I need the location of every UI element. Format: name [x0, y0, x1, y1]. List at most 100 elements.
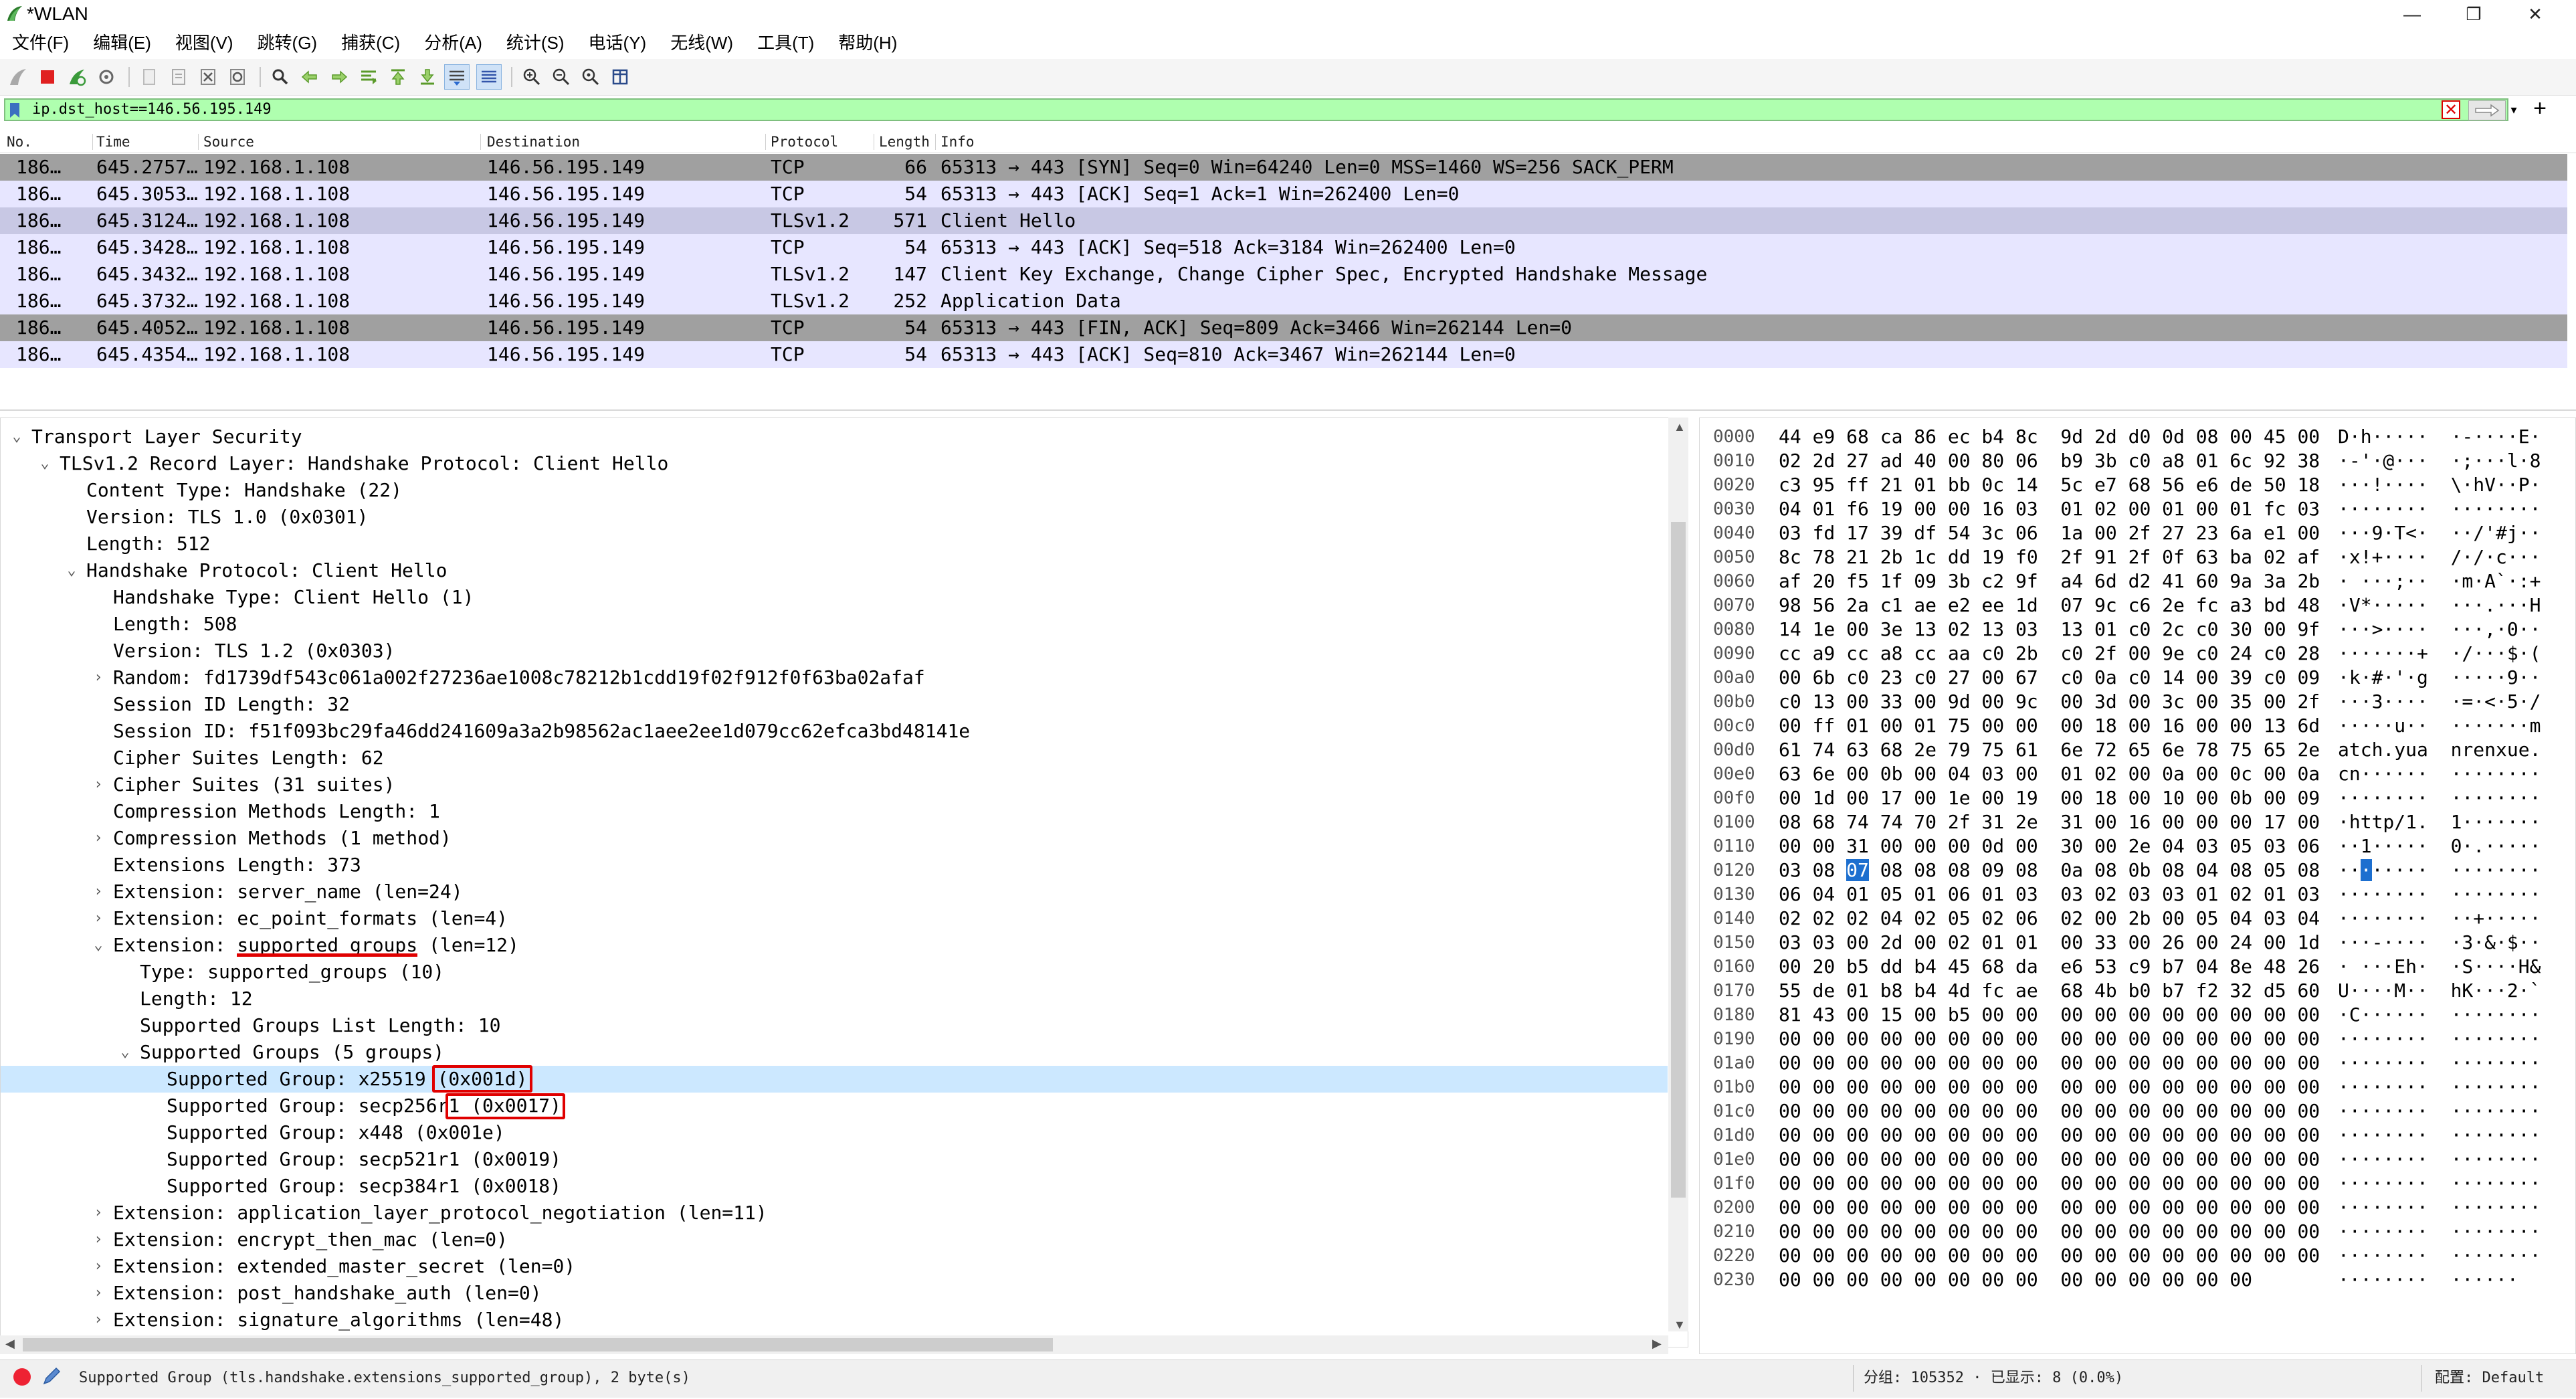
- close-button[interactable]: ✕: [2504, 0, 2566, 28]
- hex-row[interactable]: 0150 03 03 00 2d 00 02 01 01 00 33 00 26 …: [1700, 931, 2575, 955]
- hex-ascii[interactable]: ········ ······: [2338, 1268, 2518, 1292]
- hex-ascii[interactable]: ·C······ ········: [2338, 1003, 2541, 1027]
- menu-telephony[interactable]: 电话(Y): [577, 28, 659, 58]
- hex-row[interactable]: 00a0 00 6b c0 23 c0 27 00 67 c0 0a c0 14 …: [1700, 666, 2575, 690]
- hex-bytes[interactable]: 55 de 01 b8 b4 4d fc ae 68 4b b0 b7 f2 3…: [1779, 979, 2320, 1003]
- hex-bytes[interactable]: 00 ff 01 00 01 75 00 00 00 18 00 16 00 0…: [1779, 714, 2320, 738]
- scroll-up-icon[interactable]: ▲: [1674, 420, 1686, 434]
- hex-row[interactable]: 0230 00 00 00 00 00 00 00 00 00 00 00 00 …: [1700, 1268, 2575, 1292]
- hex-row[interactable]: 0140 02 02 02 04 02 05 02 06 02 00 2b 00 …: [1700, 907, 2575, 931]
- display-filter-text[interactable]: ip.dst_host==146.56.195.149: [32, 98, 272, 121]
- hex-bytes[interactable]: 00 00 00 00 00 00 00 00 00 00 00 00 00 0…: [1779, 1147, 2320, 1172]
- colorize-icon[interactable]: [476, 64, 502, 90]
- hex-bytes[interactable]: 00 00 00 00 00 00 00 00 00 00 00 00 00 0…: [1779, 1123, 2320, 1147]
- detail-tree-row[interactable]: › Extension: encrypt_then_mac (len=0): [1, 1226, 1668, 1253]
- hex-row[interactable]: 0220 00 00 00 00 00 00 00 00 00 00 00 00 …: [1700, 1244, 2575, 1268]
- hex-bytes[interactable]: 02 2d 27 ad 40 00 80 06 b9 3b c0 a8 01 6…: [1779, 449, 2320, 473]
- hex-bytes[interactable]: 00 00 00 00 00 00 00 00 00 00 00 00 00 0…: [1779, 1268, 2252, 1292]
- packet-row[interactable]: 186… 645.3732… 192.168.1.108 146.56.195.149…: [0, 288, 2567, 314]
- hex-bytes[interactable]: 02 02 02 04 02 05 02 06 02 00 2b 00 05 0…: [1779, 907, 2320, 931]
- status-profile[interactable]: 配置: Default: [2435, 1360, 2544, 1397]
- hex-bytes[interactable]: 61 74 63 68 2e 79 75 61 6e 72 65 6e 78 7…: [1779, 738, 2320, 762]
- column-no[interactable]: No.: [7, 131, 32, 153]
- capture-options-gear-icon[interactable]: [94, 64, 119, 90]
- zoom-in-icon[interactable]: [519, 64, 544, 90]
- detail-tree-row[interactable]: Supported Groups List Length: 10: [1, 1012, 1668, 1039]
- hex-ascii[interactable]: ········ ········: [2338, 882, 2541, 907]
- tree-expand-chevron-icon[interactable]: ›: [90, 771, 106, 798]
- hex-row[interactable]: 00c0 00 ff 01 00 01 75 00 00 00 18 00 16 …: [1700, 714, 2575, 738]
- hex-row[interactable]: 0180 81 43 00 15 00 b5 00 00 00 00 00 00 …: [1700, 1003, 2575, 1027]
- selected-ascii-char[interactable]: ·: [2360, 859, 2372, 881]
- filter-bookmark-icon[interactable]: [7, 102, 23, 119]
- hex-ascii[interactable]: ········ ········: [2338, 1099, 2541, 1123]
- hex-bytes[interactable]: 08 68 74 74 70 2f 31 2e 31 00 16 00 00 0…: [1779, 810, 2320, 834]
- hex-ascii[interactable]: ········ ········: [2338, 786, 2541, 810]
- column-length[interactable]: Length: [879, 131, 930, 153]
- detail-tree-row[interactable]: Supported Group: x448 (0x001e): [1, 1119, 1668, 1146]
- hex-ascii[interactable]: ········ ········: [2338, 1196, 2541, 1220]
- zoom-out-icon[interactable]: [549, 64, 574, 90]
- go-back-arrow-icon[interactable]: [297, 64, 322, 90]
- tree-collapse-chevron-icon[interactable]: ⌄: [64, 557, 80, 584]
- detail-tree-row[interactable]: Supported Group: secp256r1 (0x0017): [1, 1093, 1668, 1119]
- hex-bytes[interactable]: 06 04 01 05 01 06 01 03 03 02 03 03 01 0…: [1779, 882, 2320, 907]
- detail-tree-row[interactable]: › Extension: application_layer_protocol_n…: [1, 1200, 1668, 1226]
- hex-bytes[interactable]: 8c 78 21 2b 1c dd 19 f0 2f 91 2f 0f 63 b…: [1779, 545, 2320, 569]
- hex-ascii[interactable]: ········ ········: [2338, 1147, 2541, 1172]
- hex-ascii[interactable]: ········ ········: [2338, 1244, 2541, 1268]
- hex-bytes[interactable]: 00 00 00 00 00 00 00 00 00 00 00 00 00 0…: [1779, 1172, 2320, 1196]
- hex-row[interactable]: 01e0 00 00 00 00 00 00 00 00 00 00 00 00 …: [1700, 1147, 2575, 1172]
- reload-icon[interactable]: [225, 64, 250, 90]
- packet-row[interactable]: 186… 645.2757… 192.168.1.108 146.56.195.149…: [0, 154, 2567, 181]
- column-source[interactable]: Source: [203, 131, 254, 153]
- tree-expand-chevron-icon[interactable]: ›: [90, 1307, 106, 1333]
- detail-tree-row[interactable]: Length: 512: [1, 531, 1668, 557]
- find-packet-icon[interactable]: [268, 64, 293, 90]
- hex-ascii[interactable]: D·h····· ·-····E·: [2338, 425, 2541, 449]
- go-to-packet-icon[interactable]: [356, 64, 381, 90]
- hex-row[interactable]: 0000 44 e9 68 ca 86 ec b4 8c 9d 2d d0 0d …: [1700, 425, 2575, 449]
- detail-tree-row[interactable]: › Random: fd1739df543c061a002f27236ae1008…: [1, 664, 1668, 691]
- hex-ascii[interactable]: ········ ··+·····: [2338, 907, 2541, 931]
- detail-tree-row[interactable]: ⌄ Supported Groups (5 groups): [1, 1039, 1668, 1066]
- apply-filter-arrow-icon[interactable]: [2468, 100, 2506, 120]
- detail-tree-row[interactable]: ⌄ TLSv1.2 Record Layer: Handshake Protoco…: [1, 450, 1668, 477]
- hex-row[interactable]: 0210 00 00 00 00 00 00 00 00 00 00 00 00 …: [1700, 1220, 2575, 1244]
- autoscroll-icon[interactable]: [444, 64, 470, 90]
- detail-tree-row[interactable]: › Extension: server_name (len=24): [1, 878, 1668, 905]
- hex-ascii[interactable]: ·······+ ·/···$·(: [2338, 642, 2541, 666]
- add-filter-button[interactable]: +: [2530, 97, 2550, 120]
- hex-ascii[interactable]: ········ ········: [2338, 1172, 2541, 1196]
- hex-row[interactable]: 0020 c3 95 ff 21 01 bb 0c 14 5c e7 68 56 …: [1700, 473, 2575, 497]
- hex-bytes[interactable]: 00 00 00 00 00 00 00 00 00 00 00 00 00 0…: [1779, 1196, 2320, 1220]
- menu-edit[interactable]: 编辑(E): [81, 28, 163, 58]
- hex-ascii[interactable]: ···9·T<· ··/'#j··: [2338, 521, 2541, 545]
- hex-bytes[interactable]: 00 1d 00 17 00 1e 00 19 00 18 00 10 00 0…: [1779, 786, 2320, 810]
- hex-bytes[interactable]: 00 20 b5 dd b4 45 68 da e6 53 c9 b7 04 8…: [1779, 955, 2320, 979]
- packet-row[interactable]: 186… 645.4052… 192.168.1.108 146.56.195.149…: [0, 314, 2567, 341]
- detail-tree-row[interactable]: Length: 12: [1, 986, 1668, 1012]
- column-info[interactable]: Info: [940, 131, 975, 153]
- hex-row[interactable]: 00b0 c0 13 00 33 00 9d 00 9c 00 3d 00 3c …: [1700, 690, 2575, 714]
- packet-row[interactable]: 186… 645.3124… 192.168.1.108 146.56.195.149…: [0, 207, 2567, 234]
- menu-file[interactable]: 文件(F): [0, 28, 81, 58]
- hex-bytes[interactable]: 14 1e 00 3e 13 02 13 03 13 01 c0 2c c0 3…: [1779, 618, 2320, 642]
- detail-tree-row[interactable]: Supported Group: secp521r1 (0x0019): [1, 1146, 1668, 1173]
- detail-tree-row[interactable]: Session ID Length: 32: [1, 691, 1668, 718]
- tree-collapse-chevron-icon[interactable]: ⌄: [90, 932, 106, 959]
- hex-bytes[interactable]: 00 00 00 00 00 00 00 00 00 00 00 00 00 0…: [1779, 1051, 2320, 1075]
- hex-bytes[interactable]: af 20 f5 1f 09 3b c2 9f a4 6d d2 41 60 9…: [1779, 569, 2320, 593]
- hex-row[interactable]: 0090 cc a9 cc a8 cc aa c0 2b c0 2f 00 9e …: [1700, 642, 2575, 666]
- packet-row[interactable]: 186… 645.3428… 192.168.1.108 146.56.195.149…: [0, 234, 2567, 261]
- scroll-right-icon[interactable]: ▶: [1652, 1337, 1662, 1351]
- hex-row[interactable]: 0120 03 08 07 08 08 08 09 08 0a 08 0b 08 …: [1700, 858, 2575, 882]
- hex-row[interactable]: 0050 8c 78 21 2b 1c dd 19 f0 2f 91 2f 0f …: [1700, 545, 2575, 569]
- detail-tree-row[interactable]: Cipher Suites Length: 62: [1, 745, 1668, 771]
- hex-bytes[interactable]: 00 6b c0 23 c0 27 00 67 c0 0a c0 14 00 3…: [1779, 666, 2320, 690]
- hex-row[interactable]: 0010 02 2d 27 ad 40 00 80 06 b9 3b c0 a8 …: [1700, 449, 2575, 473]
- column-protocol[interactable]: Protocol: [771, 131, 838, 153]
- tree-collapse-chevron-icon[interactable]: ⌄: [37, 450, 53, 477]
- packet-row[interactable]: 186… 645.3053… 192.168.1.108 146.56.195.149…: [0, 181, 2567, 207]
- hex-bytes[interactable]: 63 6e 00 0b 00 04 03 00 01 02 00 0a 00 0…: [1779, 762, 2320, 786]
